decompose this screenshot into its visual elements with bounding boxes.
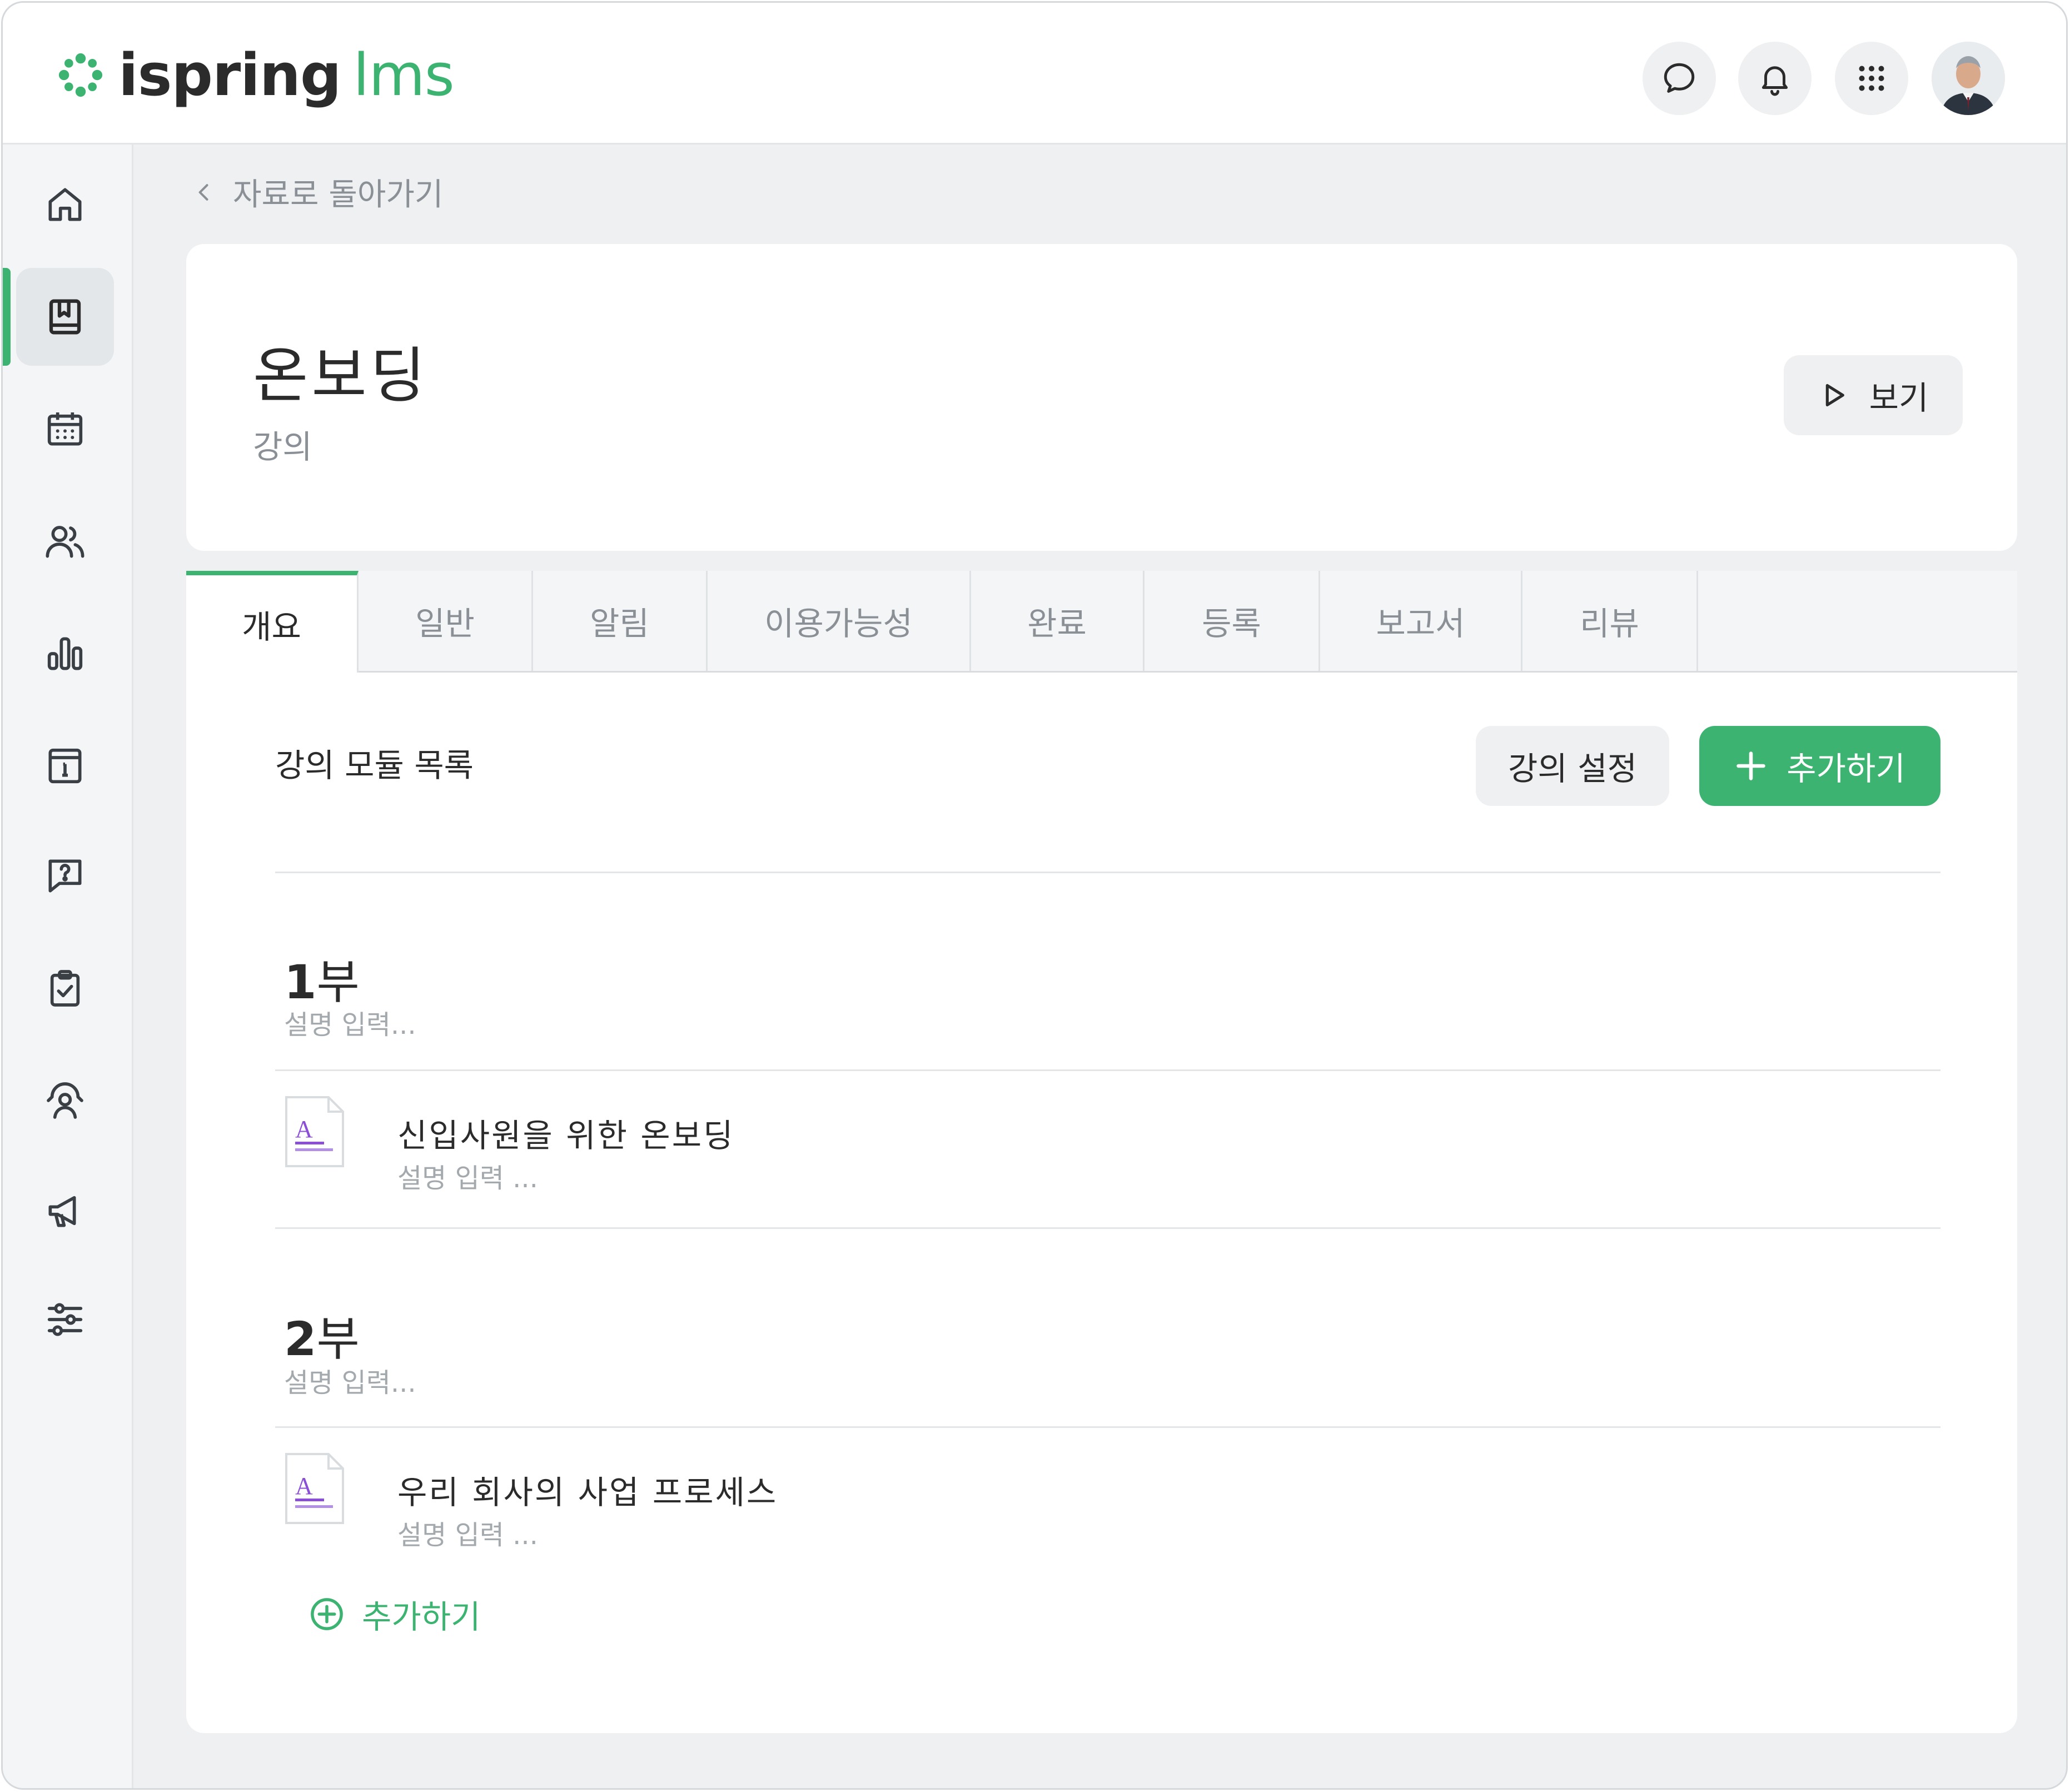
plus-circle-icon: [311, 1598, 343, 1630]
tab-bar: 개요 일반 알림 이용가능성 완료 등록 보고서 리뷰: [186, 571, 2017, 673]
play-icon: [1825, 384, 1844, 407]
plus-icon: [1736, 751, 1766, 780]
part-description[interactable]: 설명 입력...: [284, 1003, 416, 1042]
course-settings-button[interactable]: 강의 설정: [1476, 726, 1669, 806]
part-suffix: 부: [316, 1312, 360, 1366]
add-button-label: 추가하기: [1787, 750, 1905, 788]
sidebar-item-content[interactable]: [16, 268, 114, 366]
divider: [275, 1069, 1940, 1071]
sidebar: [3, 145, 133, 1788]
tab-enrollment[interactable]: 등록: [1145, 571, 1320, 671]
view-button[interactable]: 보기: [1784, 355, 1963, 435]
calendar-icon: [47, 412, 83, 446]
chat-icon: [1664, 63, 1695, 93]
part-number: 1: [284, 955, 317, 1009]
add-button[interactable]: 추가하기: [1699, 726, 1940, 806]
logo-text: ispring lms: [118, 46, 455, 104]
document-icon: A: [285, 1096, 344, 1167]
sidebar-item-questions[interactable]: [16, 827, 114, 925]
sidebar-active-indicator: [3, 268, 11, 366]
apps-grid-icon: [1859, 66, 1884, 91]
view-button-label: 보기: [1869, 379, 1929, 417]
sidebar-item-assignments[interactable]: [16, 939, 114, 1037]
page-subtitle: 강의: [253, 428, 312, 466]
logo-product: lms: [353, 41, 454, 109]
bell-icon: [1762, 66, 1788, 96]
logo[interactable]: ispring lms: [55, 46, 455, 104]
tab-completion[interactable]: 완료: [971, 571, 1145, 671]
part-title[interactable]: 2부: [284, 1302, 360, 1369]
meeting-icon: [47, 1082, 83, 1119]
question-icon: [48, 859, 82, 893]
sidebar-item-users[interactable]: [16, 492, 114, 590]
tab-overview[interactable]: 개요: [186, 571, 359, 673]
home-icon: [48, 188, 82, 221]
chat-button[interactable]: [1643, 42, 1716, 115]
divider: [275, 1426, 1940, 1428]
sidebar-item-meetings[interactable]: [16, 1052, 114, 1149]
settings-sliders-icon: [47, 1303, 83, 1336]
module-title[interactable]: 우리 회사의 사업 프로세스: [397, 1466, 778, 1513]
app-window: ispring lms 자료로 돌아가기 온보딩 강의 보기 개요 일반 알림 …: [1, 1, 2068, 1790]
module-title[interactable]: 신입사원을 위한 온보딩: [397, 1109, 734, 1156]
notifications-button[interactable]: [1738, 42, 1812, 115]
sidebar-item-info[interactable]: [16, 717, 114, 815]
tab-reports[interactable]: 보고서: [1320, 571, 1522, 671]
content-icon: [49, 299, 81, 335]
add-link-label: 추가하기: [362, 1598, 481, 1636]
top-bar: ispring lms: [3, 3, 2066, 145]
document-icon: A: [285, 1453, 344, 1524]
back-link-label: 자료로 돌아가기: [233, 177, 444, 213]
module-description[interactable]: 설명 입력 ...: [397, 1156, 538, 1195]
svg-text:A: A: [295, 1472, 313, 1500]
tab-availability[interactable]: 이용가능성: [708, 571, 971, 671]
sidebar-item-settings[interactable]: [16, 1271, 114, 1368]
add-link[interactable]: 추가하기: [308, 1591, 480, 1637]
course-header-card: 온보딩 강의 보기: [186, 244, 2017, 551]
avatar-icon: [1932, 42, 2005, 115]
tab-reviews[interactable]: 리뷰: [1522, 571, 1698, 671]
logo-mark-icon: [58, 53, 103, 97]
part-title[interactable]: 1부: [284, 945, 360, 1012]
content-card: 강의 모듈 목록 강의 설정 추가하기 1부 설명 입력... A 신입사원을 …: [186, 673, 2017, 1733]
assignment-icon: [50, 970, 80, 1007]
divider: [275, 1227, 1940, 1229]
module-description[interactable]: 설명 입력 ...: [397, 1513, 538, 1552]
part-description[interactable]: 설명 입력...: [284, 1361, 416, 1400]
sidebar-item-home[interactable]: [16, 156, 114, 253]
tab-notifications[interactable]: 알림: [533, 571, 708, 671]
reports-icon: [47, 637, 83, 670]
tab-general[interactable]: 일반: [359, 571, 533, 671]
user-avatar[interactable]: [1932, 42, 2005, 115]
info-icon: [48, 748, 82, 784]
svg-text:A: A: [295, 1116, 313, 1143]
divider: [275, 872, 1940, 873]
page-title: 온보딩: [253, 341, 429, 411]
sidebar-item-calendar[interactable]: [16, 380, 114, 478]
megaphone-icon: [48, 1196, 76, 1227]
part-suffix: 부: [316, 955, 360, 1009]
logo-brand: ispring: [118, 41, 341, 109]
part-number: 2: [284, 1312, 317, 1366]
users-icon: [46, 526, 84, 558]
sidebar-item-announcements[interactable]: [16, 1162, 114, 1260]
chevron-left-icon: [198, 183, 208, 201]
back-link[interactable]: 자료로 돌아가기: [192, 170, 443, 215]
section-heading: 강의 모듈 목록: [275, 746, 474, 784]
sidebar-item-reports[interactable]: [16, 605, 114, 703]
apps-button[interactable]: [1835, 42, 1908, 115]
